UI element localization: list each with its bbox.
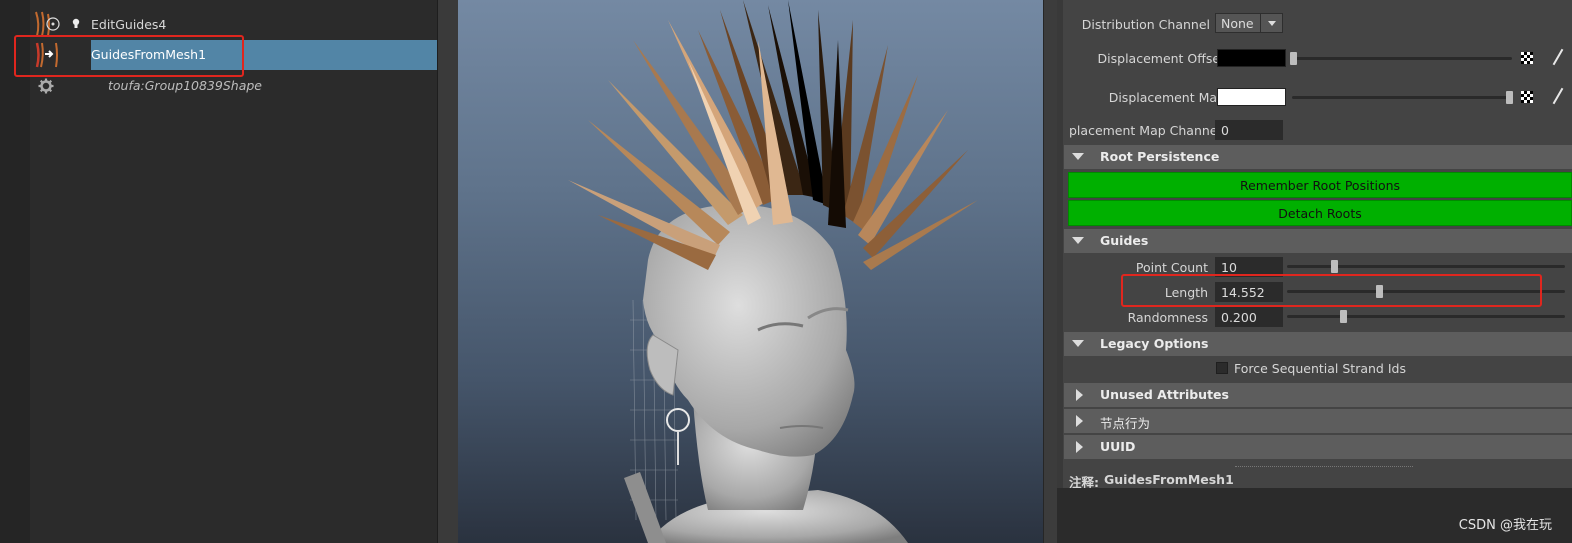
attribute-editor: Distribution Channel None Displacement O… <box>1057 0 1572 543</box>
outliner-row-label: toufa:Group10839Shape <box>108 78 262 93</box>
detach-roots-button[interactable]: Detach Roots <box>1068 200 1572 226</box>
3d-viewport[interactable] <box>458 0 1043 543</box>
checker-map-icon[interactable] <box>1521 91 1533 103</box>
displacement-map-channel-label: placement Map Channel <box>1069 123 1221 138</box>
randomness-slider-knob[interactable] <box>1339 310 1347 323</box>
distribution-channel-label: Distribution Channel <box>1081 17 1210 32</box>
viewport-render <box>568 0 978 543</box>
outliner-row-label: EditGuides4 <box>91 17 167 32</box>
force-sequential-checkbox[interactable] <box>1216 362 1228 374</box>
watermark: CSDN @我在玩 <box>1458 518 1552 533</box>
section-title: Legacy Options <box>1100 336 1209 351</box>
point-count-slider-knob[interactable] <box>1331 260 1339 273</box>
collapse-arrow-icon <box>1076 389 1083 401</box>
randomness-slider[interactable] <box>1287 315 1565 318</box>
expand-arrow-icon <box>1072 153 1084 160</box>
section-legacy-options[interactable]: Legacy Options <box>1064 332 1572 356</box>
outliner-row-shape[interactable]: toufa:Group10839Shape <box>30 71 437 99</box>
expand-arrow-icon <box>1072 340 1084 347</box>
remember-root-positions-button[interactable]: Remember Root Positions <box>1068 172 1572 198</box>
displacement-map-color-swatch[interactable] <box>1217 88 1286 106</box>
pen-icon[interactable] <box>1552 48 1564 66</box>
section-title: Unused Attributes <box>1100 387 1229 402</box>
target-icon <box>46 17 60 31</box>
outliner-row-editguides4[interactable]: EditGuides4 <box>30 10 437 38</box>
section-title: UUID <box>1100 439 1136 454</box>
randomness-field[interactable]: 0.200 <box>1215 307 1283 327</box>
outliner-gutter <box>0 0 30 543</box>
collapse-arrow-icon <box>1076 441 1083 453</box>
outliner-panel: EditGuides4 GuidesFromMesh1 toufa:Group1… <box>0 0 458 543</box>
chevron-down-icon <box>1260 14 1282 32</box>
displacement-offset-slider[interactable] <box>1292 57 1512 60</box>
section-node-behavior[interactable]: 节点行为 <box>1064 409 1572 433</box>
collapse-arrow-icon <box>1076 415 1083 427</box>
notes-splitter[interactable] <box>1235 466 1413 467</box>
section-unused-attributes[interactable]: Unused Attributes <box>1064 383 1572 407</box>
red-annotation-box <box>1121 274 1542 307</box>
bulb-icon <box>72 18 80 28</box>
displacement-offset-slider-knob[interactable] <box>1290 52 1297 65</box>
section-uuid[interactable]: UUID <box>1064 435 1572 459</box>
attr-edge <box>1057 0 1063 543</box>
distribution-channel-dropdown[interactable]: None <box>1215 13 1283 33</box>
section-guides[interactable]: Guides <box>1064 229 1572 253</box>
section-title: Root Persistence <box>1100 149 1220 164</box>
notes-node-name: GuidesFromMesh1 <box>1104 472 1234 487</box>
displacement-map-label: Displacement Map <box>1108 90 1225 105</box>
panel-splitter[interactable] <box>1043 0 1057 543</box>
section-root-persistence[interactable]: Root Persistence <box>1064 145 1572 169</box>
displacement-offset-color-swatch[interactable] <box>1217 49 1286 67</box>
point-count-slider[interactable] <box>1287 265 1565 268</box>
displacement-map-slider-knob[interactable] <box>1506 91 1513 104</box>
displacement-offset-label: Displacement Offset <box>1097 51 1225 66</box>
section-title: 节点行为 <box>1100 416 1151 431</box>
pen-icon[interactable] <box>1552 87 1564 105</box>
gear-icon <box>38 78 54 94</box>
point-count-label: Point Count <box>1135 260 1208 275</box>
force-sequential-label: Force Sequential Strand Ids <box>1234 361 1406 376</box>
displacement-map-slider[interactable] <box>1292 96 1512 99</box>
randomness-label: Randomness <box>1127 310 1208 325</box>
section-title: Guides <box>1100 233 1149 248</box>
expand-arrow-icon <box>1072 237 1084 244</box>
displacement-map-channel-field[interactable]: 0 <box>1215 120 1283 140</box>
outliner-divider[interactable] <box>437 0 458 543</box>
distribution-channel-value: None <box>1221 16 1254 31</box>
checker-map-icon[interactable] <box>1521 52 1533 64</box>
